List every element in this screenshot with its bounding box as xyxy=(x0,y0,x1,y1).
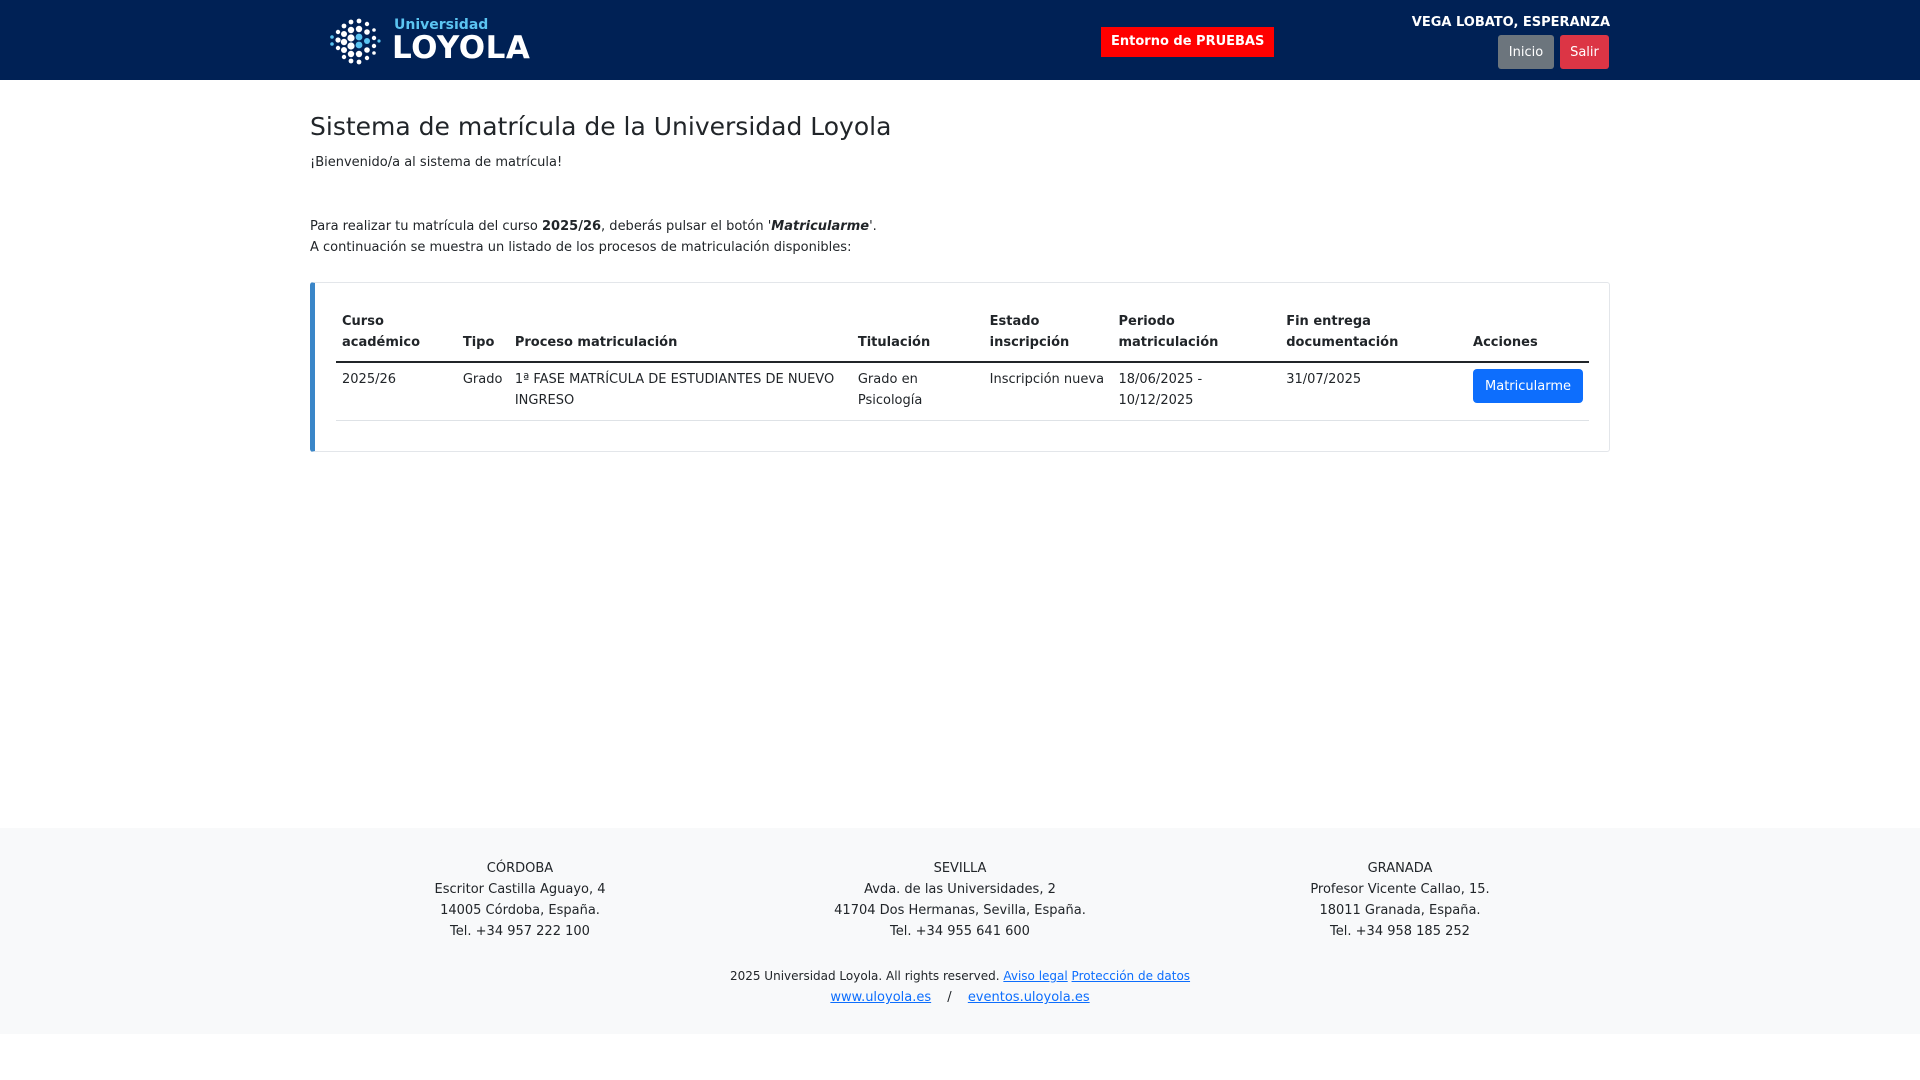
cell-fin-entrega: 31/07/2025 xyxy=(1280,362,1468,421)
uloyola-link[interactable]: www.uloyola.es xyxy=(830,990,931,1005)
campus-name: GRANADA xyxy=(1367,861,1433,876)
intro-text: Para realizar tu matrícula del curso 202… xyxy=(310,219,877,234)
header-titulacion: Titulación xyxy=(851,307,984,363)
campus-name: SEVILLA xyxy=(933,861,987,876)
intro-course: 2025/26 xyxy=(542,219,602,234)
campus-sevilla: SEVILLA Avda. de las Universidades, 2 41… xyxy=(800,858,1120,942)
aviso-legal-link[interactable]: Aviso legal xyxy=(1003,969,1067,983)
campus-phone: Tel. +34 958 185 252 xyxy=(1330,924,1470,939)
intro-button-reference: Matricularme xyxy=(771,219,870,234)
link-separator: / xyxy=(947,990,952,1005)
campus-address: Escritor Castilla Aguayo, 4 xyxy=(434,882,606,897)
salir-button[interactable]: Salir xyxy=(1560,35,1609,69)
cell-curso: 2025/26 xyxy=(336,362,457,421)
campus-phone: Tel. +34 957 222 100 xyxy=(450,924,590,939)
proteccion-datos-link[interactable]: Protección de datos xyxy=(1072,969,1191,983)
campus-granada: GRANADA Profesor Vicente Callao, 15. 180… xyxy=(1240,858,1560,942)
cell-titulacion: Grado en Psicología xyxy=(851,362,984,421)
table-row: 2025/26 Grado 1ª FASE MATRÍCULA DE ESTUD… xyxy=(336,362,1589,421)
campus-name: CÓRDOBA xyxy=(486,861,554,876)
eventos-link[interactable]: eventos.uloyola.es xyxy=(968,990,1090,1005)
cell-periodo: 18/06/2025 - 10/12/2025 xyxy=(1112,362,1281,421)
top-navbar: Universidad LOYOLA Entorno de PRUEBAS VE… xyxy=(0,0,1920,80)
header-estado: Estado inscripción xyxy=(983,307,1113,363)
matricularme-button[interactable]: Matricularme xyxy=(1473,369,1583,403)
enrollment-processes-table: Curso académico Tipo Proceso matriculaci… xyxy=(336,307,1589,421)
campus-city: 14005 Córdoba, España. xyxy=(440,903,600,918)
copyright-text: 2025 Universidad Loyola. All rights rese… xyxy=(729,969,1000,983)
main-content: Sistema de matrícula de la Universidad L… xyxy=(310,112,1610,452)
header-acciones: Acciones xyxy=(1467,307,1589,363)
website-links: www.uloyola.es / eventos.uloyola.es xyxy=(0,987,1920,1008)
logo-loyola-text: LOYOLA xyxy=(392,30,531,66)
campus-phone: Tel. +34 955 641 600 xyxy=(890,924,1030,939)
header-curso: Curso académico xyxy=(336,307,457,363)
university-logo[interactable]: Universidad LOYOLA xyxy=(324,10,530,72)
campus-city: 41704 Dos Hermanas, Sevilla, España. xyxy=(834,903,1086,918)
user-name: VEGA LOBATO, ESPERANZA xyxy=(1411,15,1610,30)
campus-address: Profesor Vicente Callao, 15. xyxy=(1310,882,1490,897)
cell-proceso: 1ª FASE MATRÍCULA DE ESTUDIANTES DE NUEV… xyxy=(508,362,852,421)
environment-badge: Entorno de PRUEBAS xyxy=(1101,27,1275,57)
welcome-text: ¡Bienvenido/a al sistema de matrícula! xyxy=(310,155,563,170)
cell-acciones: Matricularme xyxy=(1467,362,1589,421)
legal-line: 2025 Universidad Loyola. All rights rese… xyxy=(0,966,1920,987)
header-proceso: Proceso matriculación xyxy=(508,307,852,363)
header-tipo: Tipo xyxy=(456,307,509,363)
intro-listing-text: A continuación se muestra un listado de … xyxy=(310,240,852,255)
header-fin-entrega: Fin entrega documentación xyxy=(1280,307,1468,363)
campus-address: Avda. de las Universidades, 2 xyxy=(864,882,1056,897)
header-periodo: Periodo matriculación xyxy=(1112,307,1281,363)
table-header-row: Curso académico Tipo Proceso matriculaci… xyxy=(336,307,1589,363)
campus-cordoba: CÓRDOBA Escritor Castilla Aguayo, 4 1400… xyxy=(360,858,680,942)
cell-tipo: Grado xyxy=(456,362,509,421)
cell-estado: Inscripción nueva xyxy=(983,362,1113,421)
globe-logo-icon xyxy=(330,18,381,65)
footer: CÓRDOBA Escritor Castilla Aguayo, 4 1400… xyxy=(0,828,1920,1034)
inicio-button[interactable]: Inicio xyxy=(1498,35,1554,69)
enrollment-processes-card: Curso académico Tipo Proceso matriculaci… xyxy=(310,282,1610,452)
page-title: Sistema de matrícula de la Universidad L… xyxy=(310,112,892,141)
campus-city: 18011 Granada, España. xyxy=(1319,903,1481,918)
